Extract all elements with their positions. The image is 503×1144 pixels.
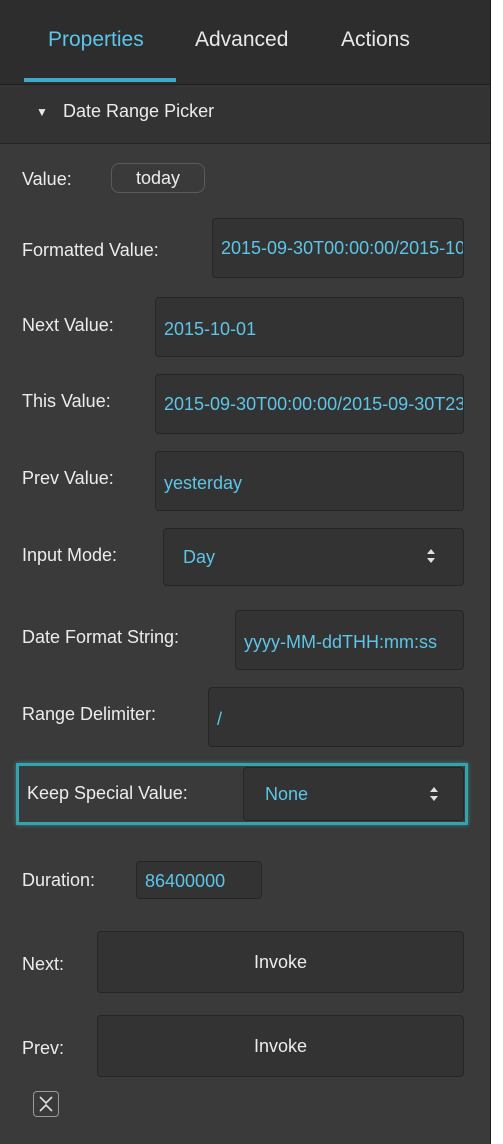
next-value-text: 2015-10-01 (164, 319, 257, 339)
date-format-string-text: yyyy-MM-ddTHH:mm:ss (244, 632, 437, 652)
prev-value-text: yesterday (164, 473, 243, 493)
prev-label: Prev: (22, 1038, 65, 1058)
formatted-value-text: 2015-09-30T00:00:00/2015-10-01T00:00:00 (221, 238, 463, 258)
section-title: Date Range Picker (63, 101, 215, 121)
range-delimiter-label: Range Delimiter: (22, 704, 157, 724)
triangle-down-icon: ▼ (36, 105, 48, 119)
formatted-value-field[interactable]: 2015-09-30T00:00:00/2015-10-01T00:00:00 (212, 218, 464, 278)
duration-label: Duration: (22, 870, 96, 890)
value-label: Value: (22, 169, 72, 189)
prev-value-label: Prev Value: (22, 468, 114, 488)
this-value-text: 2015-09-30T00:00:00/2015-09-30T23:59:59 (164, 394, 463, 414)
input-mode-select[interactable]: Day (163, 528, 464, 586)
tab-actions[interactable]: Actions (341, 28, 410, 52)
inspector-panel: Properties Advanced Actions ▼ Date Range… (0, 0, 491, 1144)
duration-text: 86400000 (145, 871, 226, 891)
this-value-field[interactable]: 2015-09-30T00:00:00/2015-09-30T23:59:59 (155, 374, 464, 434)
active-tab-indicator (24, 78, 176, 82)
range-delimiter-text: / (217, 709, 223, 729)
input-mode-label: Input Mode: (22, 545, 118, 565)
next-label: Next: (22, 954, 65, 974)
section-header-date-range-picker[interactable]: ▼ Date Range Picker (0, 85, 490, 144)
date-format-string-label: Date Format String: (22, 627, 180, 647)
next-invoke-button[interactable]: Invoke (97, 931, 464, 993)
duration-field[interactable]: 86400000 (136, 861, 262, 899)
collapse-all-icon (39, 1096, 53, 1112)
formatted-value-label: Formatted Value: (22, 240, 159, 260)
range-delimiter-field[interactable]: / (208, 687, 464, 747)
tab-bar: Properties Advanced Actions (0, 0, 490, 85)
keep-special-value-selected: None (265, 784, 309, 804)
collapse-all-button[interactable] (33, 1091, 59, 1117)
prev-invoke-button[interactable]: Invoke (97, 1015, 464, 1077)
date-format-string-field[interactable]: yyyy-MM-ddTHH:mm:ss (235, 610, 464, 670)
value-field[interactable]: today (111, 163, 205, 193)
next-value-field[interactable]: 2015-10-01 (155, 297, 464, 357)
prev-value-field[interactable]: yesterday (155, 451, 464, 511)
tab-properties[interactable]: Properties (48, 28, 144, 52)
select-arrows-icon (427, 549, 435, 563)
select-arrows-icon (430, 787, 438, 801)
input-mode-selected: Day (183, 547, 216, 567)
next-value-label: Next Value: (22, 315, 114, 335)
keep-special-value-select[interactable]: None (243, 767, 464, 821)
this-value-label: This Value: (22, 391, 111, 411)
keep-special-value-label: Keep Special Value: (27, 783, 188, 803)
tab-advanced[interactable]: Advanced (195, 28, 288, 52)
